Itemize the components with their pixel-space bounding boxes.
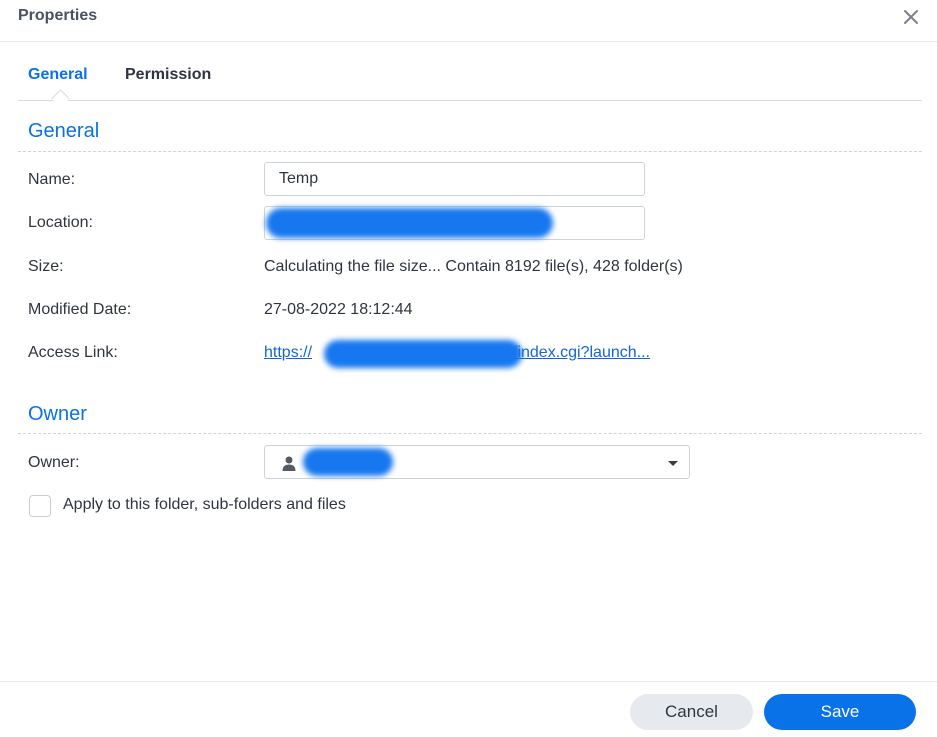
name-input[interactable] (264, 162, 645, 196)
section-title-general: General (28, 120, 100, 142)
tab-general[interactable]: General (28, 66, 88, 84)
access-link-tail[interactable]: /index.cgi?launch... (513, 344, 650, 362)
redaction-mark-owner (303, 448, 393, 476)
section-divider (18, 151, 922, 152)
close-button[interactable] (902, 8, 920, 26)
access-link-label: Access Link: (28, 344, 118, 361)
close-icon (904, 10, 918, 24)
name-label: Name: (28, 171, 76, 188)
redaction-mark-location (266, 208, 553, 238)
section-divider (18, 433, 922, 434)
user-icon (282, 456, 296, 471)
size-label: Size: (28, 258, 64, 275)
save-button[interactable]: Save (764, 694, 916, 730)
tab-bar: General Permission (18, 56, 922, 108)
caret-down-icon (668, 461, 678, 466)
redaction-mark-link (324, 340, 522, 368)
dialog-footer: Cancel Save (0, 681, 937, 737)
dialog-title: Properties (18, 7, 98, 24)
size-value: Calculating the file size... Contain 819… (264, 258, 683, 275)
access-link[interactable]: https:// (264, 344, 312, 362)
cancel-button[interactable]: Cancel (630, 694, 753, 730)
location-label: Location: (28, 214, 93, 231)
apply-recursive-label[interactable]: Apply to this folder, sub-folders and fi… (63, 496, 346, 514)
owner-label: Owner: (28, 454, 80, 471)
section-title-owner: Owner (28, 403, 87, 425)
dialog-titlebar: Properties (0, 0, 937, 42)
tab-permission[interactable]: Permission (125, 66, 211, 84)
active-tab-indicator (51, 89, 70, 108)
apply-recursive-checkbox[interactable] (29, 495, 51, 517)
modified-date-value: 27-08-2022 18:12:44 (264, 301, 413, 318)
modified-date-label: Modified Date: (28, 301, 132, 318)
